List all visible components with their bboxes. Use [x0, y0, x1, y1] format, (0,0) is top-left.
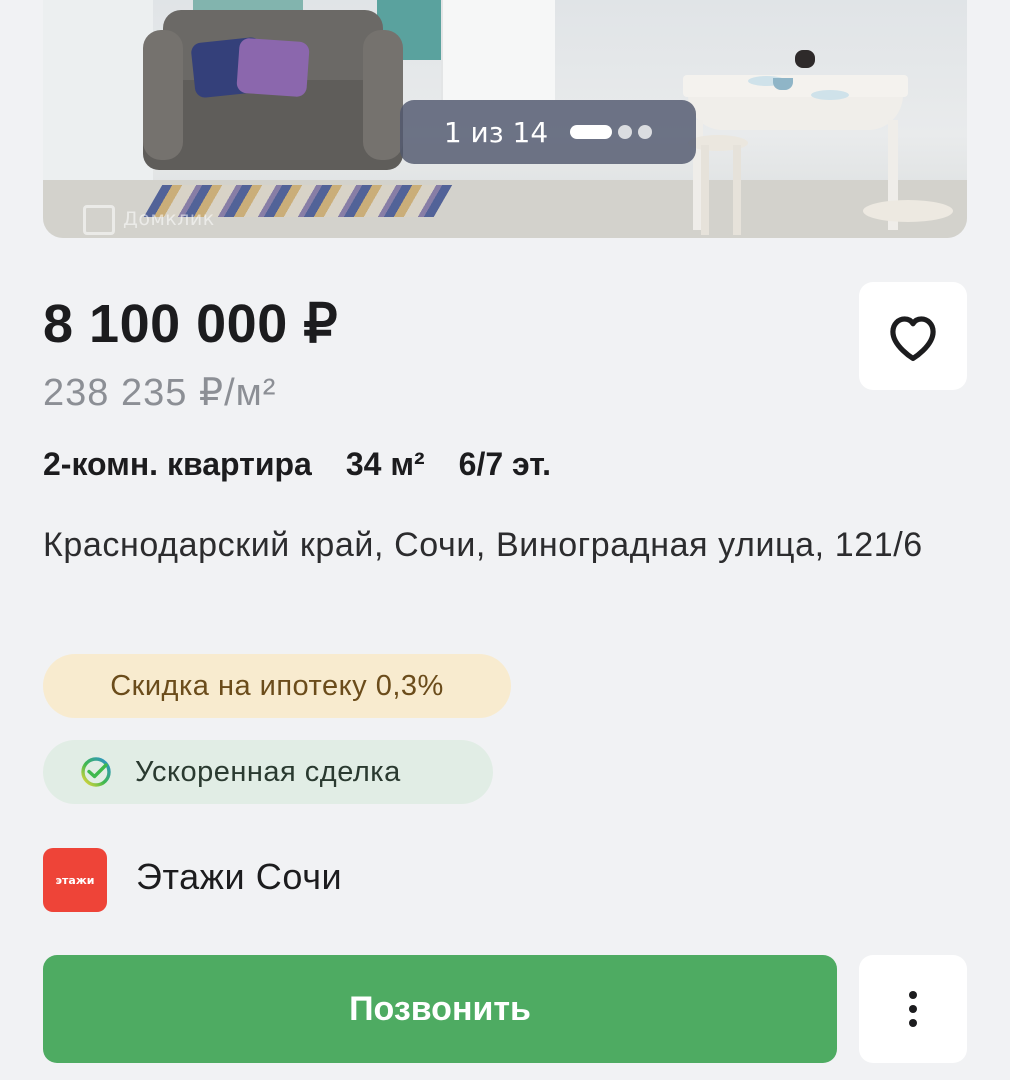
photo-counter: 1 из 14: [400, 100, 696, 164]
watermark-icon: [83, 205, 115, 235]
photo-watermark: Домклик: [123, 208, 215, 230]
photo-teapot: [795, 50, 815, 68]
listing-params: 2-комн. квартира 34 м² 6/7 эт.: [43, 446, 551, 483]
agency-logo-text: этажи: [55, 873, 95, 887]
photo-counter-text: 1 из 14: [443, 115, 549, 149]
pagination-dot: [618, 125, 633, 139]
photo-stool-leg: [733, 145, 741, 235]
fast-deal-label: Ускоренная сделка: [135, 755, 401, 788]
price-per-sqm: 238 235 ₽/м²: [43, 372, 277, 414]
photo-table: [683, 75, 908, 97]
photo-pillow: [236, 37, 310, 98]
call-button-label: Позвонить: [349, 989, 531, 1028]
agency-logo[interactable]: этажи: [43, 848, 107, 912]
vertical-dots-icon: [909, 991, 917, 1027]
listing-photo[interactable]: Домклик 1 из 14: [43, 0, 967, 238]
photo-wardrobe: [441, 0, 555, 100]
photo-cup: [773, 78, 793, 90]
favorite-button[interactable]: [859, 282, 967, 390]
sber-check-icon: [79, 755, 113, 789]
price: 8 100 000 ₽: [43, 294, 339, 354]
mortgage-discount-label: Скидка на ипотеку 0,3%: [110, 669, 444, 702]
pagination-dot-active: [570, 125, 613, 139]
photo-table: [688, 95, 903, 130]
listing-card: Домклик 1 из 14 8 100 000 ₽ 238 235 ₽/м²…: [0, 0, 1010, 1080]
rooms: 2-комн. квартира: [43, 446, 312, 482]
photo-stool-leg: [701, 145, 709, 235]
fast-deal-badge[interactable]: Ускоренная сделка: [43, 740, 493, 804]
pagination-dot: [638, 125, 653, 139]
floor: 6/7 эт.: [458, 446, 552, 482]
heart-icon: [890, 316, 936, 362]
photo-curtain: [193, 0, 303, 10]
mortgage-discount-badge[interactable]: Скидка на ипотеку 0,3%: [43, 654, 511, 718]
more-options-button[interactable]: [859, 955, 967, 1063]
address: Краснодарский край, Сочи, Виноградная ул…: [43, 526, 923, 564]
agency-name[interactable]: Этажи Сочи: [136, 856, 342, 898]
photo-sofa: [363, 30, 403, 160]
photo-stool: [863, 200, 953, 222]
photo-sofa: [143, 30, 183, 160]
call-button[interactable]: Позвонить: [43, 955, 837, 1063]
area: 34 м²: [345, 446, 425, 482]
photo-plate: [811, 90, 849, 100]
